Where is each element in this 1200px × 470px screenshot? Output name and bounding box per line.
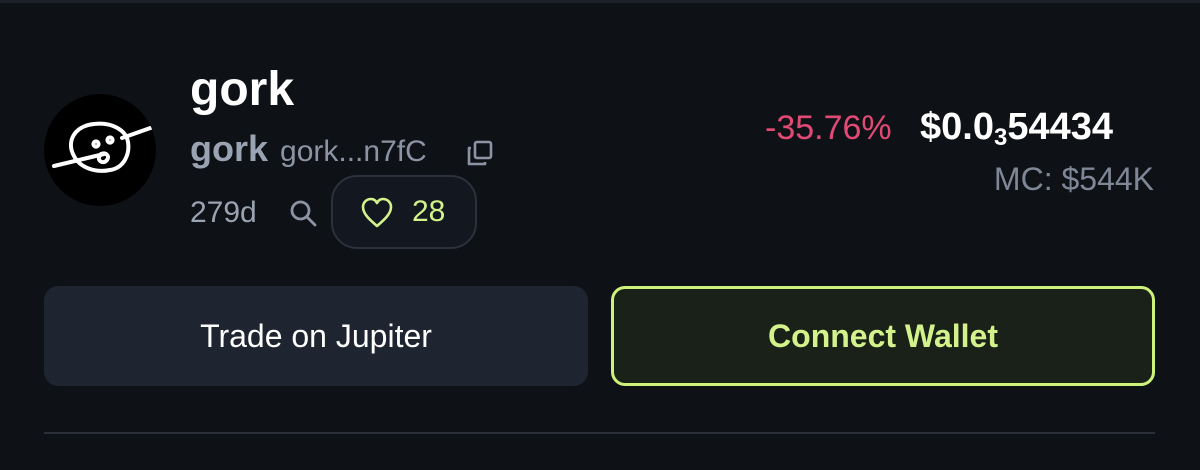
token-name: gork: [190, 63, 295, 116]
search-icon[interactable]: [288, 198, 318, 228]
copy-icon[interactable]: [465, 138, 495, 168]
token-subtitle-row: gork gork...n7fC: [190, 128, 427, 172]
token-address[interactable]: gork...n7fC: [280, 135, 427, 169]
token-avatar: [44, 94, 156, 206]
price-zero-count: 3: [993, 124, 1008, 151]
connect-wallet-button[interactable]: Connect Wallet: [611, 286, 1155, 386]
price-change: -35.76%: [765, 109, 892, 147]
price-digits: 54434: [1007, 106, 1113, 148]
heart-icon: [360, 197, 394, 229]
token-age: 279d: [190, 196, 257, 229]
divider: [44, 432, 1155, 434]
like-count: 28: [412, 195, 446, 228]
price-prefix: $0.0: [920, 106, 994, 148]
token-price: $0.0354434: [920, 106, 1113, 151]
trade-on-jupiter-button[interactable]: Trade on Jupiter: [44, 286, 588, 386]
top-border: [0, 0, 1200, 3]
market-cap: MC: $544K: [993, 161, 1154, 197]
like-button[interactable]: 28: [331, 175, 477, 249]
token-ticker: gork: [190, 128, 269, 169]
